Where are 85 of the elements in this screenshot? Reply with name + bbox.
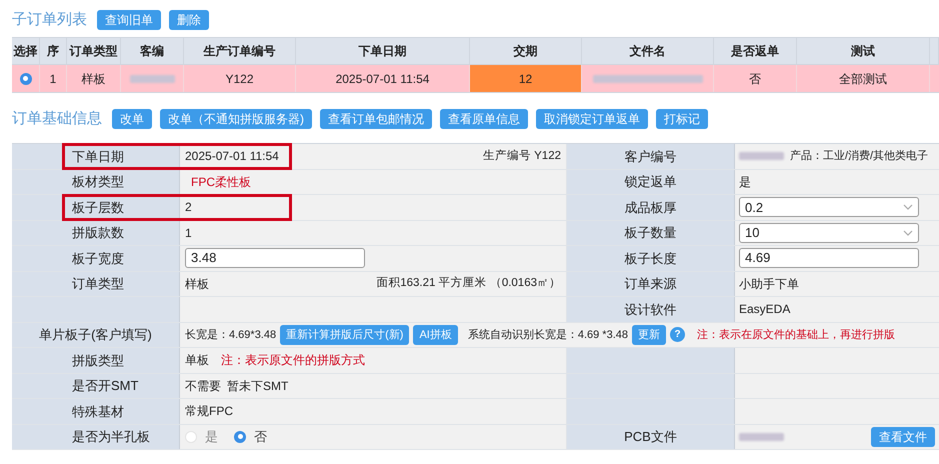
toolbar-button[interactable]: 删除 xyxy=(169,10,209,30)
field-label: 特殊基材 xyxy=(72,402,124,420)
section-title: 子订单列表 xyxy=(12,10,87,30)
help-icon[interactable]: ? xyxy=(670,327,685,342)
dropdown[interactable]: 0.2 xyxy=(739,197,919,218)
table-cell-text: 1 xyxy=(50,70,56,88)
view-file-button[interactable]: 查看文件 xyxy=(871,426,935,447)
table-cell-text: 全部测试 xyxy=(839,70,887,88)
column-header: 序 xyxy=(40,38,67,64)
blurred-text xyxy=(739,152,784,160)
field-label: 锁定返单 xyxy=(624,173,676,191)
radio-button[interactable] xyxy=(185,430,197,443)
text-input[interactable]: 3.48 xyxy=(185,248,365,268)
note-text: 注：表示原文件的拼版方式 xyxy=(221,352,365,370)
value-text: 常规FPC xyxy=(185,403,233,420)
value-text: 生产编号 Y122 xyxy=(482,148,561,164)
value-text: 产品：工业/消费/其他类电子 xyxy=(790,148,928,164)
toolbar-button[interactable]: 改单（不通知拼版服务器) xyxy=(160,109,312,129)
blurred-text xyxy=(130,74,174,82)
section-title: 订单基础信息 xyxy=(12,108,102,129)
action-button[interactable]: 重新计算拼版后尺寸(新) xyxy=(280,324,410,345)
action-button[interactable]: 更新 xyxy=(632,324,666,345)
value-text: 不需要 xyxy=(185,378,221,395)
table-cell-text: 2025-07-01 11:54 xyxy=(336,70,430,88)
field-label: 拼版类型 xyxy=(72,352,124,370)
value-text: 小助手下单 xyxy=(739,276,799,293)
note-text: FPC柔性板 xyxy=(191,174,251,191)
value-text: 面积163.21 平方厘米 （0.0163㎡） xyxy=(376,275,561,292)
toolbar-button[interactable]: 查看原单信息 xyxy=(440,109,528,129)
value-text: 2025-07-01 11:54 xyxy=(185,148,279,166)
toolbar-button[interactable]: 查询旧单 xyxy=(97,10,161,30)
value-text: 暂未下SMT xyxy=(227,378,288,395)
field-label: 板子宽度 xyxy=(72,250,124,268)
text-input[interactable]: 4.69 xyxy=(739,248,919,268)
field-label: 板材类型 xyxy=(72,173,124,191)
column-header: 文件名 xyxy=(582,38,714,64)
field-label: PCB文件 xyxy=(624,428,677,446)
value-text: 是 xyxy=(739,174,751,191)
column-header: 是否返单 xyxy=(714,38,797,64)
field-label: 下单日期 xyxy=(72,148,124,166)
radio-label[interactable]: 是 xyxy=(205,427,218,446)
toolbar-button[interactable]: 查看订单包邮情况 xyxy=(320,109,432,129)
field-label: 板子长度 xyxy=(624,250,676,268)
value-text: 单板 xyxy=(185,352,209,370)
field-label: 是否为半孔板 xyxy=(72,428,150,446)
field-label: 板子数量 xyxy=(624,224,676,242)
field-label: 客户编号 xyxy=(624,148,676,166)
dropdown[interactable]: 10 xyxy=(739,222,919,243)
field-label: 拼版款数 xyxy=(72,224,124,242)
blurred-text xyxy=(739,432,784,441)
note-text: 注：表示在原文件的基础上，再进行拼版 xyxy=(697,328,895,342)
value-text: EasyEDA xyxy=(739,301,790,318)
column-header: 生产订单编号 xyxy=(184,38,296,64)
toolbar-button[interactable]: 打标记 xyxy=(656,109,708,129)
column-header: 选择 xyxy=(12,38,40,64)
table-row[interactable]: 1 样板 Y122 2025-07-01 11:54 12 否 全部测试 xyxy=(12,65,939,93)
radio-button[interactable] xyxy=(20,72,32,84)
table-cell-text: 样板 xyxy=(82,70,106,88)
value-text: 长宽是：4.69*3.48 xyxy=(185,328,276,342)
column-header: 客编 xyxy=(121,38,184,64)
column-header: 测试 xyxy=(797,38,930,64)
column-header: 下单日期 xyxy=(296,38,470,64)
field-label: 单片板子(客户填写) xyxy=(39,326,152,344)
radio-label[interactable]: 否 xyxy=(254,427,267,446)
chevron-down-icon xyxy=(903,230,913,236)
value-text: 2 xyxy=(185,199,192,216)
column-header: 交期 xyxy=(470,38,582,64)
field-label: 是否开SMT xyxy=(72,377,138,395)
value-text: 系统自动识别长宽是：4.69 *3.48 xyxy=(468,328,628,342)
value-text: 样板 xyxy=(185,276,209,293)
toolbar-button[interactable]: 改单 xyxy=(112,109,152,129)
table-cell-text: Y122 xyxy=(225,70,254,88)
field-label: 订单来源 xyxy=(624,275,676,293)
action-button[interactable]: AI拼板 xyxy=(413,324,458,345)
column-header: 订单类型 xyxy=(67,38,121,64)
value-text: 1 xyxy=(185,224,192,242)
radio-button[interactable] xyxy=(234,430,246,443)
table-cell-text: 否 xyxy=(749,70,761,88)
field-label: 订单类型 xyxy=(72,275,124,293)
chevron-down-icon xyxy=(903,204,913,210)
field-label: 成品板厚 xyxy=(624,198,676,216)
toolbar-button[interactable]: 取消锁定订单返单 xyxy=(536,109,648,129)
field-label: 板子层数 xyxy=(72,198,124,216)
table-cell: 12 xyxy=(470,65,582,92)
field-label: 设计软件 xyxy=(624,300,676,318)
